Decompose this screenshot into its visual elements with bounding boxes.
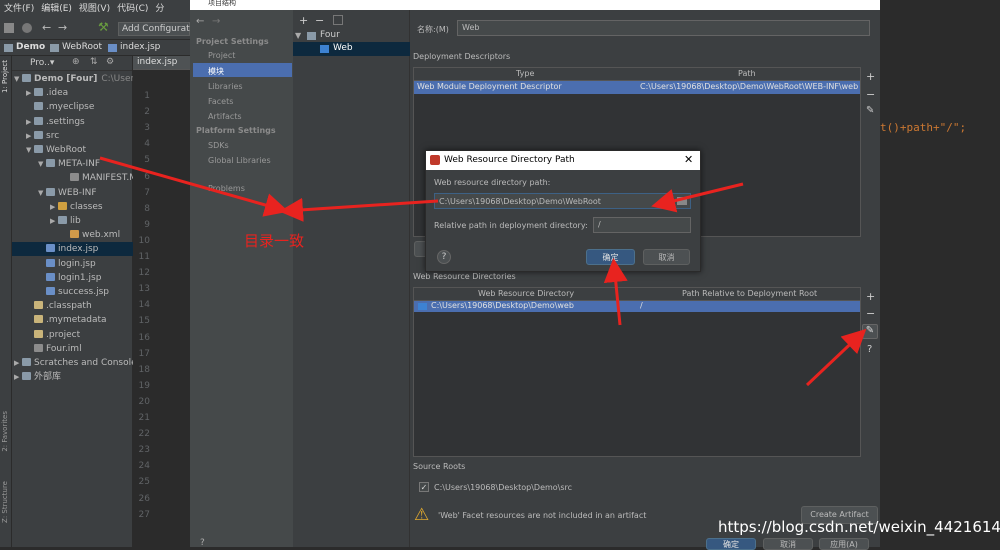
arrow-from-path-field [279, 197, 439, 222]
watermark: https://blog.csdn.net/weixin_44216144 [718, 518, 1000, 536]
arrow-to-edit-icon [805, 328, 867, 387]
arrow-to-path-field [651, 182, 744, 213]
arrow-to-ok-button [603, 258, 628, 326]
annotation-label: 目录一致 [244, 232, 305, 250]
arrow-from-webroot [99, 156, 289, 217]
annotation-arrows [99, 156, 867, 387]
